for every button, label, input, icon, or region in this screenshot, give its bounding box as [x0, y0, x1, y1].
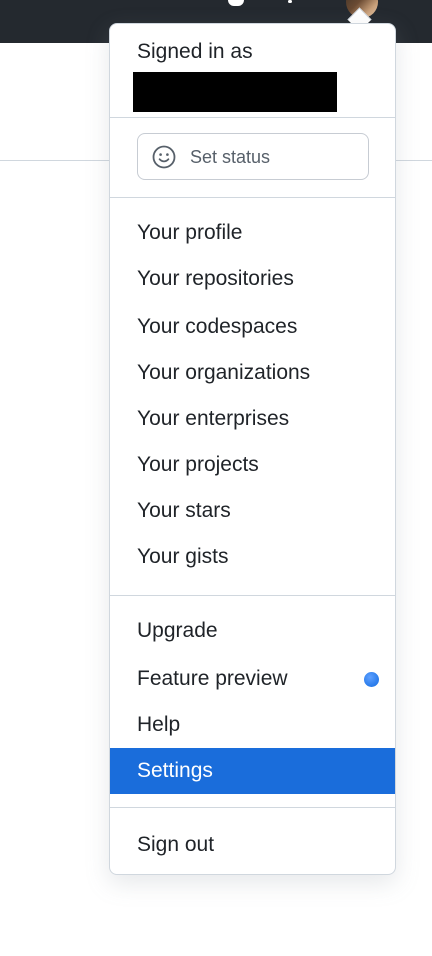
set-status-label: Set status [190, 147, 271, 167]
menu-item-codespaces[interactable]: Your codespaces [110, 304, 395, 350]
redacted-username [133, 72, 337, 112]
menu-item-settings[interactable]: Settings [110, 748, 395, 794]
set-status-button[interactable]: Set status [137, 133, 369, 180]
menu-item-profile[interactable]: Your profile [110, 210, 395, 256]
signed-in-label: Signed in as [137, 40, 253, 63]
smiley-icon [152, 145, 176, 169]
menu-item-sign-out[interactable]: Sign out [110, 822, 395, 868]
notification-bell-icon[interactable] [228, 0, 244, 6]
menu-separator [110, 807, 395, 808]
menu-item-gists[interactable]: Your gists [110, 534, 395, 580]
plus-menu-icon[interactable] [288, 0, 292, 3]
blue-dot-indicator [364, 672, 379, 687]
menu-item-feature-preview[interactable]: Feature preview [110, 656, 395, 702]
user-menu-dropdown: Signed in as Set status Your profile You… [109, 23, 396, 875]
menu-item-organizations[interactable]: Your organizations [110, 350, 395, 396]
menu-item-help[interactable]: Help [110, 702, 395, 748]
menu-separator [110, 197, 395, 198]
menu-item-repositories[interactable]: Your repositories [110, 256, 395, 302]
menu-separator [110, 595, 395, 596]
menu-item-upgrade[interactable]: Upgrade [110, 608, 395, 654]
menu-item-stars[interactable]: Your stars [110, 488, 395, 534]
feature-preview-label: Feature preview [137, 667, 288, 690]
menu-separator [110, 117, 395, 118]
menu-item-enterprises[interactable]: Your enterprises [110, 396, 395, 442]
menu-item-projects[interactable]: Your projects [110, 442, 395, 488]
